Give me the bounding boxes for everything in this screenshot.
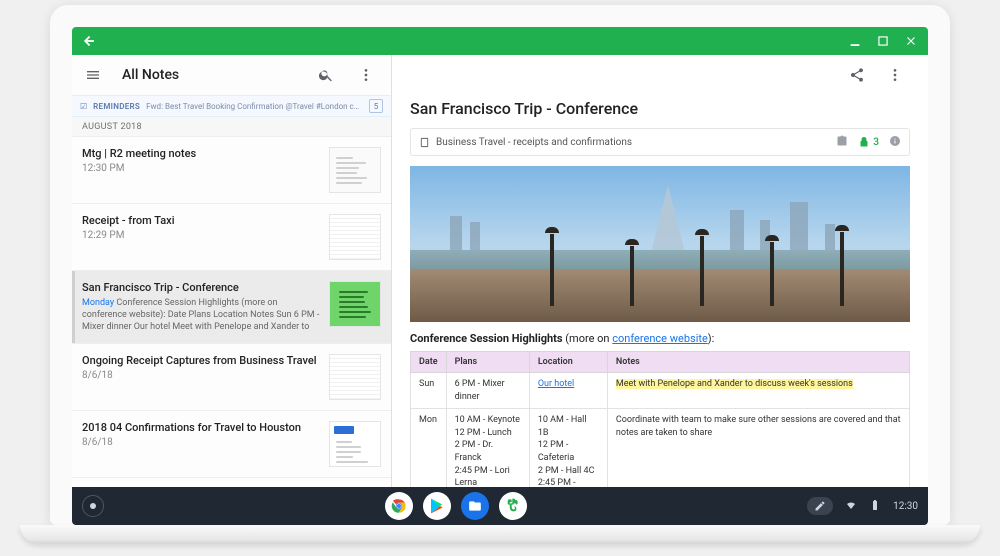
files-icon[interactable] — [461, 492, 489, 520]
schedule-table: DatePlansLocationNotes Sun6 PM - Mixer d… — [410, 351, 910, 487]
table-header: Date — [411, 352, 447, 373]
note-item-time: 8/6/18 — [82, 370, 321, 381]
shelf-clock[interactable]: 12:30 — [893, 501, 918, 512]
note-thumbnail — [329, 354, 381, 400]
note-list: Mtg | R2 meeting notes 12:30 PM Receipt - … — [72, 137, 391, 478]
maximize-icon[interactable] — [870, 28, 896, 54]
launcher-icon[interactable] — [82, 495, 104, 517]
note-item-time: 8/6/18 — [82, 437, 321, 448]
wifi-icon[interactable] — [845, 499, 857, 514]
note-more-icon[interactable] — [880, 60, 910, 90]
table-header: Notes — [607, 352, 909, 373]
minimize-icon[interactable] — [842, 28, 868, 54]
share-icon[interactable] — [842, 60, 872, 90]
note-item-snippet: Monday Conference Session Highlights (mo… — [82, 297, 321, 333]
search-icon[interactable] — [311, 60, 341, 90]
app-titlebar — [72, 27, 928, 55]
note-thumbnail — [329, 421, 381, 467]
menu-icon[interactable] — [78, 60, 108, 90]
back-icon[interactable] — [76, 28, 102, 54]
battery-icon[interactable] — [869, 499, 881, 514]
more-icon[interactable] — [351, 60, 381, 90]
note-item-title: Ongoing Receipt Captures from Business T… — [82, 354, 321, 367]
note-item-title: 2018 04 Confirmations for Travel to Hous… — [82, 421, 321, 434]
section-heading: Conference Session Highlights (more on c… — [410, 332, 910, 345]
note-item[interactable]: 2018 04 Confirmations for Travel to Hous… — [72, 411, 391, 478]
reminders-feed: Fwd: Best Travel Booking Confirmation @T… — [146, 102, 363, 111]
play-store-icon[interactable] — [423, 492, 451, 520]
note-item[interactable]: Receipt - from Taxi 12:29 PM — [72, 204, 391, 271]
note-hero-image — [410, 166, 910, 322]
table-header: Plans — [446, 352, 529, 373]
table-header: Location — [529, 352, 607, 373]
chrome-icon[interactable] — [385, 492, 413, 520]
note-item-title: San Francisco Trip - Conference — [82, 281, 321, 294]
notebook-icon — [419, 137, 430, 148]
reminders-label: REMINDERS — [93, 102, 140, 111]
note-meta-bar: Business Travel - receipts and confirmat… — [410, 128, 910, 156]
evernote-icon[interactable] — [499, 492, 527, 520]
table-row: Mon10 AM - Keynote12 PM - Lunch2 PM - Dr… — [411, 409, 910, 487]
note-thumbnail — [329, 147, 381, 193]
note-thumbnail — [329, 281, 381, 327]
note-item[interactable]: Ongoing Receipt Captures from Business T… — [72, 344, 391, 411]
conference-website-link[interactable]: conference website — [612, 332, 708, 345]
note-list-title: All Notes — [118, 67, 301, 83]
note-item-time: 12:29 PM — [82, 230, 321, 241]
note-item-title: Mtg | R2 meeting notes — [82, 147, 321, 160]
section-label: AUGUST 2018 — [72, 117, 391, 137]
reminders-bar[interactable]: ☑ REMINDERS Fwd: Best Travel Booking Con… — [72, 95, 391, 117]
location-link[interactable]: Our hotel — [538, 379, 574, 389]
reminder-icon: ☑ — [80, 102, 87, 111]
share-count[interactable]: 3 — [858, 136, 879, 148]
reminder-meta-icon[interactable] — [836, 135, 848, 150]
info-icon[interactable] — [889, 135, 901, 150]
note-item[interactable]: San Francisco Trip - Conference Monday Co… — [72, 271, 391, 344]
note-view: San Francisco Trip - Conference Business… — [392, 55, 928, 487]
chromeos-shelf: 12:30 — [72, 487, 928, 525]
note-item[interactable]: Mtg | R2 meeting notes 12:30 PM — [72, 137, 391, 204]
note-item-title: Receipt - from Taxi — [82, 214, 321, 227]
reminders-count: 5 — [369, 99, 383, 113]
note-item-time: 12:30 PM — [82, 163, 321, 174]
note-thumbnail — [329, 214, 381, 260]
note-list-panel: All Notes ☑ REMINDERS Fwd: Best Travel B… — [72, 55, 392, 487]
close-icon[interactable] — [898, 28, 924, 54]
note-title: San Francisco Trip - Conference — [410, 99, 910, 118]
notebook-name[interactable]: Business Travel - receipts and confirmat… — [436, 137, 632, 148]
table-row: Sun6 PM - Mixer dinnerOur hotelMeet with… — [411, 373, 910, 409]
stylus-icon[interactable] — [807, 497, 833, 515]
